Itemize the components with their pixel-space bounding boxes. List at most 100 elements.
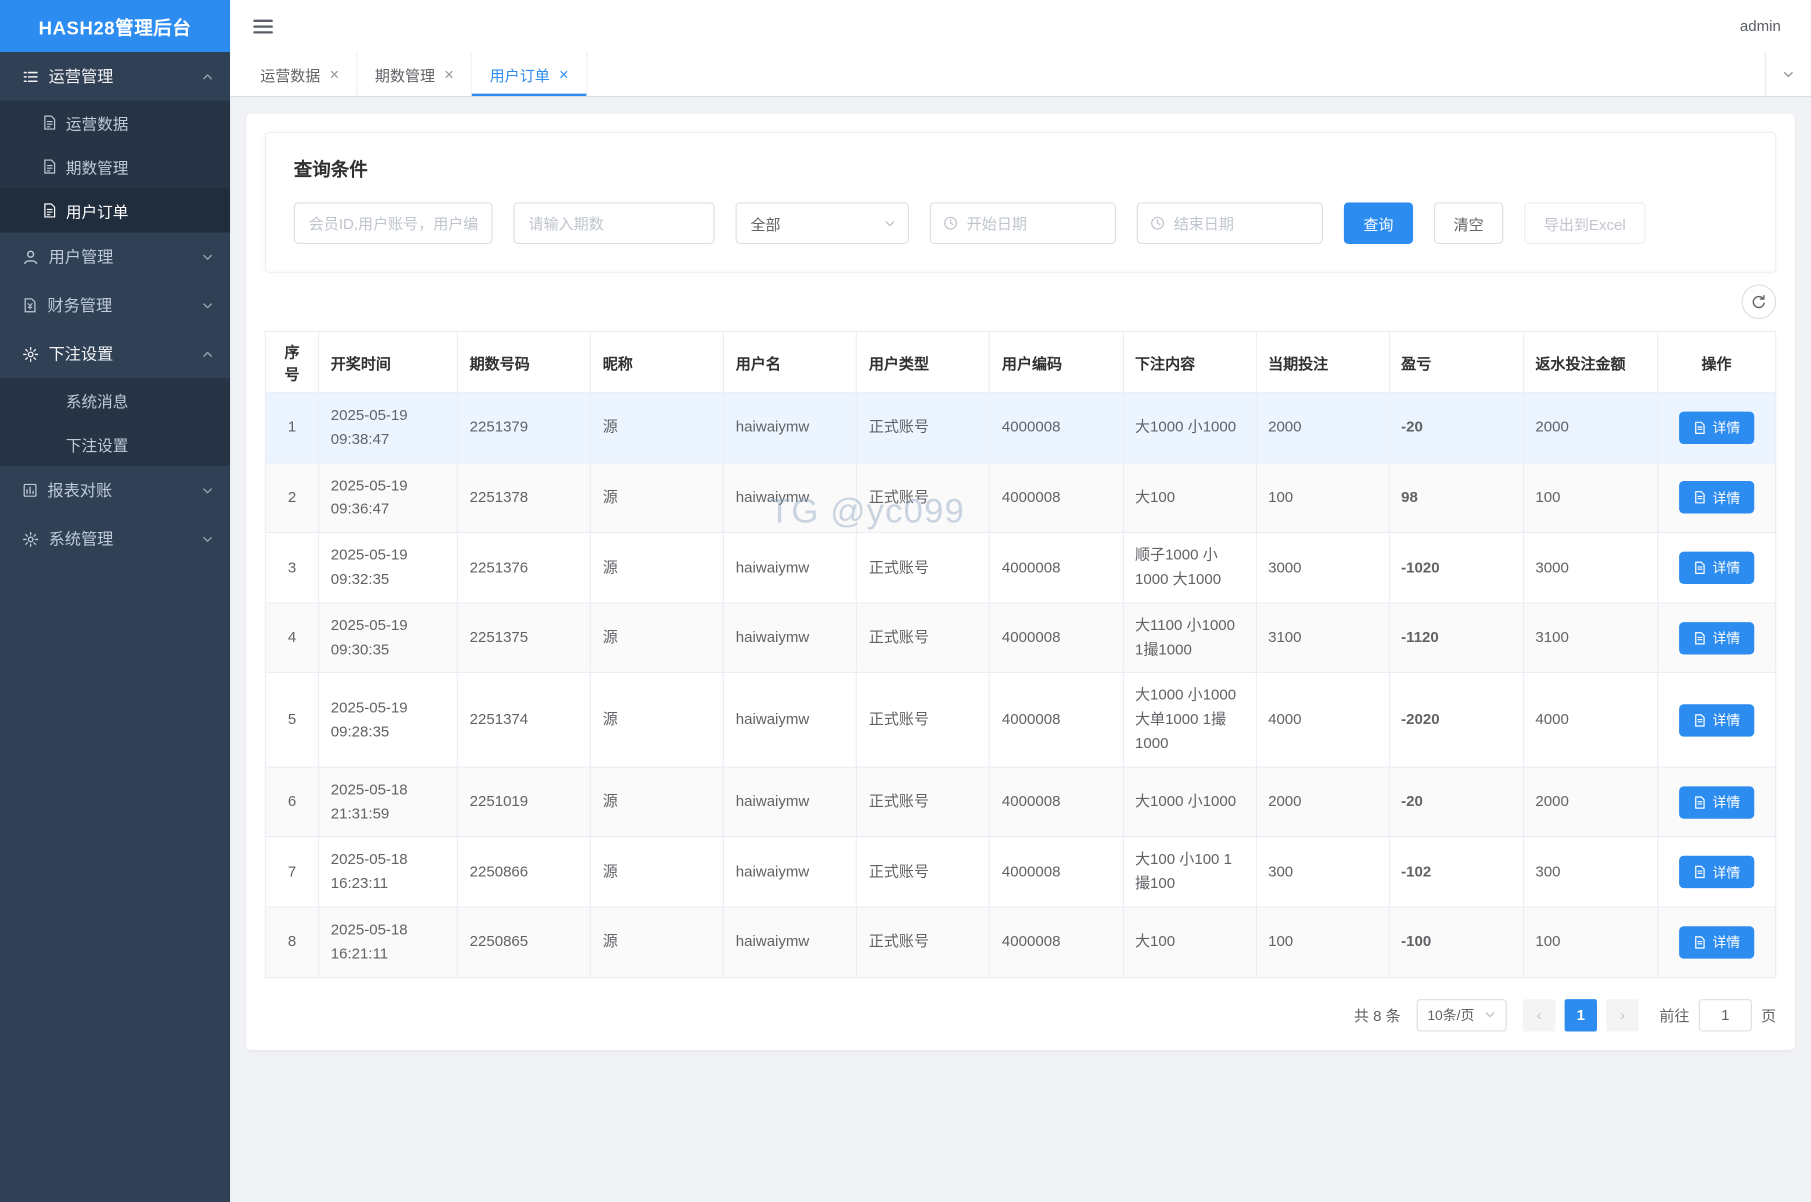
refresh-icon bbox=[1751, 294, 1767, 310]
query-card: 查询条件 全部 bbox=[264, 131, 1777, 273]
detail-button[interactable]: 详情 bbox=[1678, 551, 1755, 584]
row-index: 5 bbox=[264, 672, 320, 768]
table-row: 4 2025-05-19 09:30:35 2251375 源 haiwaiymw 正式账… bbox=[264, 602, 1777, 674]
gear-icon bbox=[22, 530, 39, 547]
user-type: 正式账号 bbox=[856, 462, 991, 534]
hamburger-menu-icon[interactable] bbox=[251, 14, 275, 37]
sidebar-subitem[interactable]: 下注设置 bbox=[0, 422, 231, 467]
tabbar: 运营数据 × 期数管理 × 用户订单 × bbox=[230, 52, 1811, 98]
table-row: 7 2025-05-18 16:23:11 2250866 源 haiwaiymw 正式账… bbox=[264, 836, 1777, 908]
detail-button[interactable]: 详情 bbox=[1678, 703, 1755, 737]
tab[interactable]: 用户订单 × bbox=[472, 52, 587, 96]
sidebar-subitem[interactable]: 系统消息 bbox=[0, 378, 231, 423]
sidebar-item[interactable]: 下注设置 bbox=[0, 330, 230, 379]
username: haiwaiymw bbox=[723, 602, 858, 674]
sidebar-subitem-label: 用户订单 bbox=[65, 203, 129, 221]
detail-button[interactable]: 详情 bbox=[1678, 855, 1755, 889]
sidebar-subitem[interactable]: 用户订单 bbox=[0, 188, 231, 233]
document-icon bbox=[1693, 865, 1707, 879]
nickname: 源 bbox=[589, 836, 725, 908]
export-excel-button[interactable]: 导出到Excel bbox=[1524, 202, 1646, 245]
end-date-picker[interactable] bbox=[1136, 202, 1323, 245]
page-number-button[interactable]: 1 bbox=[1564, 998, 1597, 1031]
sidebar-subitem[interactable]: 期数管理 bbox=[0, 144, 231, 189]
start-date-picker[interactable] bbox=[929, 202, 1116, 245]
nickname: 源 bbox=[589, 672, 725, 768]
sidebar-item[interactable]: 报表对账 bbox=[0, 466, 230, 515]
detail-button[interactable]: 详情 bbox=[1678, 621, 1755, 655]
rebate-amount: 100 bbox=[1522, 462, 1659, 534]
close-icon[interactable]: × bbox=[330, 66, 339, 82]
draw-time: 2025-05-19 09:30:35 bbox=[318, 602, 459, 674]
detail-button[interactable]: 详情 bbox=[1678, 481, 1755, 514]
chevron-down-icon bbox=[1782, 68, 1795, 81]
document-icon bbox=[1693, 491, 1707, 505]
detail-button[interactable]: 详情 bbox=[1678, 411, 1755, 444]
bet-content: 大100 bbox=[1122, 906, 1257, 978]
user-type: 正式账号 bbox=[856, 906, 991, 978]
column-header: 用户类型 bbox=[856, 330, 991, 394]
table-row: 8 2025-05-18 16:21:11 2250865 源 haiwaiymw 正式账… bbox=[264, 906, 1777, 978]
period-input[interactable] bbox=[513, 202, 715, 245]
tabs-dropdown-button[interactable] bbox=[1764, 52, 1811, 96]
sidebar-item-label: 系统管理 bbox=[48, 529, 114, 549]
user-type-select-value: 全部 bbox=[750, 215, 781, 234]
tab[interactable]: 运营数据 × bbox=[243, 52, 358, 96]
page-size-select[interactable]: 10条/页 bbox=[1416, 998, 1507, 1031]
sidebar-item[interactable]: 系统管理 bbox=[0, 515, 230, 564]
bet-amount: 300 bbox=[1255, 836, 1390, 908]
detail-button[interactable]: 详情 bbox=[1678, 785, 1755, 819]
start-date-input[interactable] bbox=[966, 214, 1104, 232]
orders-table: 序号 开奖时间 期数号码 昵称 用户名 用户类型 用户编码 下注内容 当期投注 盈亏 返水投注金额操… bbox=[264, 330, 1777, 978]
topbar: admin bbox=[230, 0, 1811, 53]
report-icon bbox=[22, 482, 38, 498]
orders-panel: 查询条件 全部 bbox=[246, 113, 1795, 1050]
bet-amount: 4000 bbox=[1255, 672, 1390, 768]
gear-icon bbox=[22, 345, 39, 362]
member-search-input[interactable] bbox=[293, 202, 493, 245]
row-index: 7 bbox=[264, 836, 320, 908]
next-page-button[interactable]: › bbox=[1606, 998, 1639, 1031]
rebate-amount: 100 bbox=[1522, 906, 1659, 978]
document-icon bbox=[42, 202, 58, 218]
row-index: 6 bbox=[264, 766, 320, 838]
user-code: 4000008 bbox=[989, 766, 1124, 838]
sidebar-item-label: 下注设置 bbox=[48, 344, 114, 364]
detail-button-label: 详情 bbox=[1712, 490, 1741, 507]
period-number: 2251378 bbox=[456, 462, 592, 534]
tab[interactable]: 期数管理 × bbox=[358, 52, 473, 96]
profit: -1020 bbox=[1388, 532, 1524, 604]
rebate-amount: 4000 bbox=[1522, 672, 1659, 768]
user-code: 4000008 bbox=[989, 672, 1124, 768]
user-type-select[interactable]: 全部 bbox=[735, 202, 909, 245]
prev-page-button[interactable]: ‹ bbox=[1522, 998, 1556, 1031]
user-type: 正式账号 bbox=[856, 392, 991, 464]
document-icon bbox=[1693, 935, 1707, 949]
username: haiwaiymw bbox=[723, 392, 858, 464]
sidebar-item-label: 报表对账 bbox=[47, 481, 113, 500]
period-number: 2251019 bbox=[456, 766, 592, 838]
close-icon[interactable]: × bbox=[444, 66, 453, 82]
document-icon bbox=[1693, 713, 1707, 727]
tab-label: 用户订单 bbox=[489, 66, 550, 84]
goto-page-input[interactable] bbox=[1698, 998, 1752, 1031]
detail-button[interactable]: 详情 bbox=[1678, 925, 1755, 959]
refresh-button[interactable] bbox=[1741, 284, 1777, 320]
clear-button[interactable]: 清空 bbox=[1433, 202, 1504, 245]
bet-content: 大1000 小1000 bbox=[1122, 766, 1257, 838]
rebate-amount: 3000 bbox=[1522, 532, 1659, 604]
user-code: 4000008 bbox=[989, 906, 1124, 978]
sidebar-item[interactable]: 财务管理 bbox=[0, 281, 230, 330]
detail-button-label: 详情 bbox=[1712, 864, 1741, 881]
user-menu[interactable]: admin bbox=[1740, 17, 1781, 34]
search-button[interactable]: 查询 bbox=[1343, 202, 1414, 245]
close-icon[interactable]: × bbox=[559, 66, 568, 82]
sidebar-item[interactable]: 用户管理 bbox=[0, 232, 230, 281]
sidebar-subitem[interactable]: 运营数据 bbox=[0, 100, 231, 145]
end-date-input[interactable] bbox=[1173, 214, 1311, 232]
main-content: 查询条件 全部 bbox=[230, 97, 1811, 1202]
period-number: 2250865 bbox=[456, 906, 592, 978]
sidebar-item-label: 运营管理 bbox=[48, 67, 114, 86]
bet-content: 大100 小100 1撮100 bbox=[1122, 836, 1257, 908]
sidebar-item[interactable]: 运营管理 bbox=[0, 52, 230, 101]
